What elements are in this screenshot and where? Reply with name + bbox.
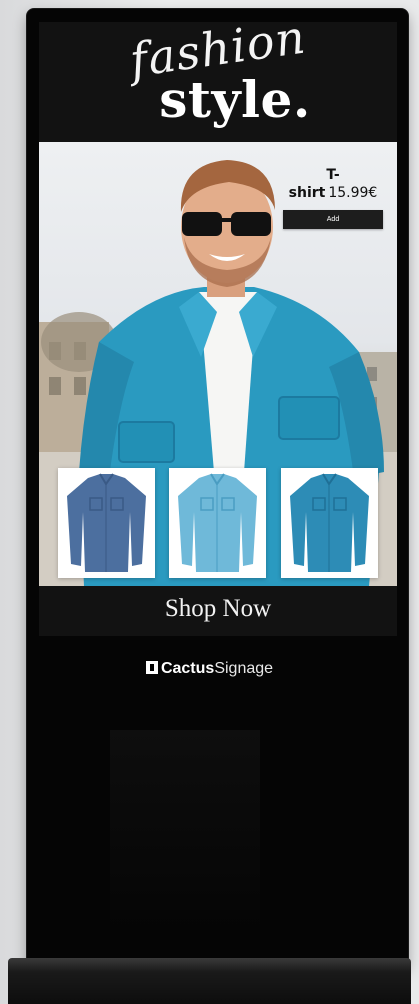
brand-main-text: style. bbox=[159, 70, 311, 129]
kiosk-screen: fashion style. T-shirt 15.99€ Add Shop N… bbox=[39, 22, 397, 636]
thumbnail-dark-denim-shirt[interactable] bbox=[58, 468, 155, 578]
model-photo: T-shirt 15.99€ Add bbox=[39, 142, 397, 586]
thumbnail-light-denim-shirt[interactable] bbox=[169, 468, 266, 578]
cactus-icon bbox=[145, 661, 158, 674]
logo-bold-text: Cactus bbox=[160, 660, 215, 677]
shirt-icon bbox=[67, 473, 146, 572]
kiosk-base bbox=[8, 958, 411, 1004]
brand-header: fashion style. bbox=[39, 22, 397, 142]
shop-now-button[interactable]: Shop Now bbox=[159, 594, 277, 624]
product-price-box: T-shirt 15.99€ Add bbox=[283, 166, 383, 229]
screen-reflection bbox=[110, 730, 260, 930]
cactus-signage-logo: CactusSignage bbox=[0, 660, 419, 678]
shirt-icon bbox=[290, 473, 369, 572]
shop-now-bar: Shop Now bbox=[39, 586, 397, 636]
add-to-cart-button[interactable]: Add bbox=[283, 210, 383, 229]
product-thumbnails bbox=[58, 468, 378, 578]
product-price: 15.99€ bbox=[328, 185, 378, 201]
logo-thin-text: Signage bbox=[214, 660, 274, 677]
shirt-icon bbox=[178, 473, 257, 572]
thumbnail-teal-denim-shirt[interactable] bbox=[281, 468, 378, 578]
